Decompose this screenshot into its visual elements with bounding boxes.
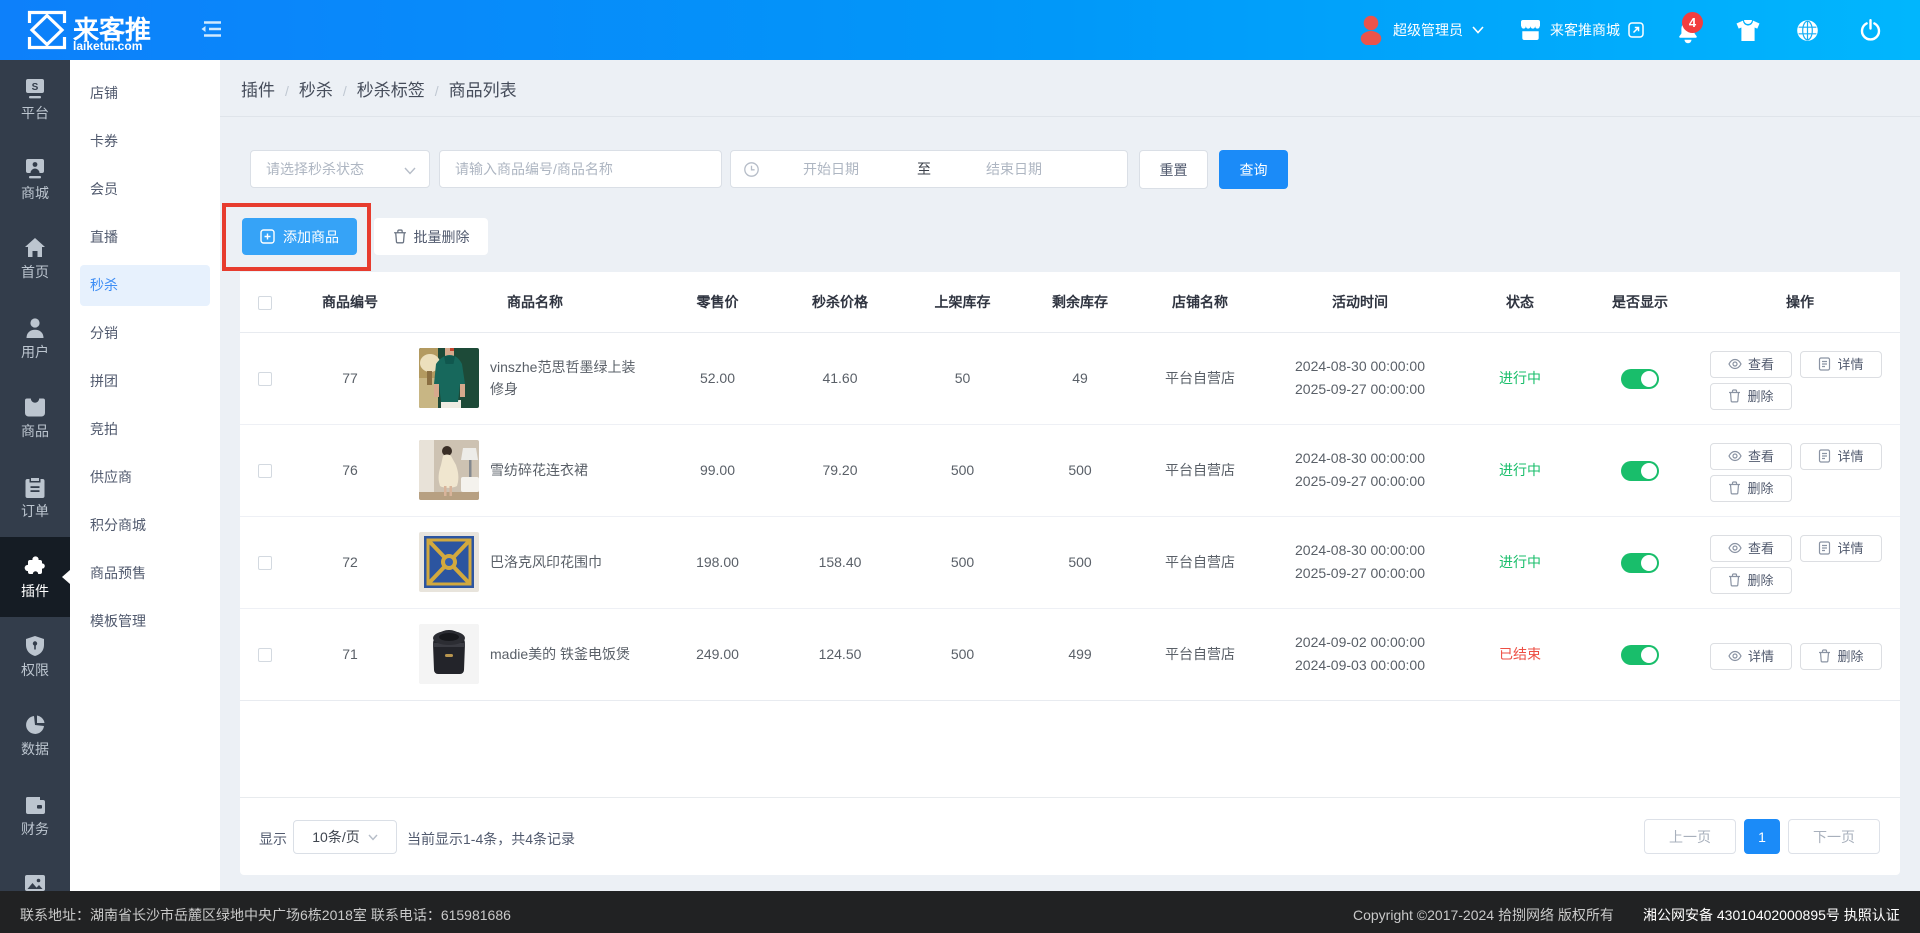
svg-text:S: S (32, 82, 39, 93)
